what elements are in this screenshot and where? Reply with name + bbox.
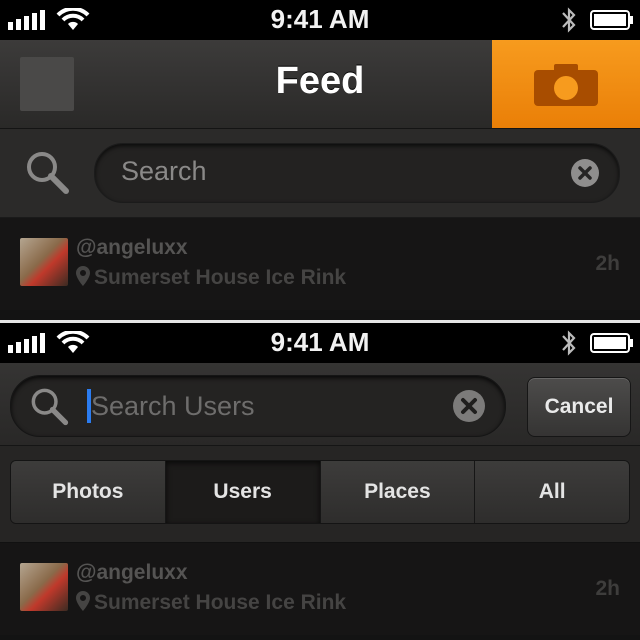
status-time: 9:41 AM bbox=[270, 4, 370, 34]
list-item[interactable]: @angeluxx Sumerset House Ice Rink 2h bbox=[0, 543, 640, 635]
location-pin-icon bbox=[76, 591, 90, 611]
segment-all[interactable]: All bbox=[475, 461, 629, 523]
clear-icon bbox=[461, 398, 477, 414]
search-input[interactable]: Search bbox=[94, 143, 620, 203]
feed-screen: 9:41 AM Feed Search @angeluxx Sumerset H… bbox=[0, 0, 640, 320]
clear-search-button[interactable] bbox=[453, 390, 485, 422]
item-location-label: Sumerset House Ice Rink bbox=[94, 591, 347, 614]
search-bar-active: Search Users Cancel bbox=[0, 363, 640, 446]
item-username: @angeluxx bbox=[76, 561, 188, 584]
search-users-screen: 9:41 AM Search Users Cancel Photos Users… bbox=[0, 323, 640, 640]
segment-places[interactable]: Places bbox=[320, 461, 476, 523]
battery-icon bbox=[590, 10, 633, 30]
item-location: Sumerset House Ice Rink bbox=[76, 591, 346, 615]
item-location-label: Sumerset House Ice Rink bbox=[94, 266, 347, 289]
status-time: 9:41 AM bbox=[270, 327, 370, 357]
clear-icon bbox=[578, 166, 592, 180]
camera-icon bbox=[534, 64, 598, 106]
battery-icon bbox=[590, 333, 633, 353]
search-scope-bar: Photos Users Places All bbox=[0, 446, 640, 543]
clear-search-button[interactable] bbox=[571, 159, 599, 187]
segment-photos[interactable]: Photos bbox=[11, 461, 166, 523]
search-bar: Search bbox=[0, 129, 640, 218]
search-placeholder: Search bbox=[121, 156, 207, 186]
search-icon bbox=[31, 388, 69, 426]
status-bar: 9:41 AM bbox=[0, 323, 640, 363]
composite-screenshot: 9:41 AM Feed Search @angeluxx Sumerset H… bbox=[0, 0, 640, 640]
segment-users[interactable]: Users bbox=[165, 461, 321, 523]
avatar bbox=[20, 563, 68, 611]
search-icon bbox=[27, 152, 69, 194]
bluetooth-icon bbox=[562, 330, 576, 356]
location-pin-icon bbox=[76, 266, 90, 286]
list-item[interactable]: @angeluxx Sumerset House Ice Rink 2h bbox=[0, 218, 640, 310]
item-username: @angeluxx bbox=[76, 236, 188, 259]
nav-bar: Feed bbox=[0, 40, 640, 129]
profile-thumbnail-button[interactable] bbox=[20, 57, 74, 111]
camera-button[interactable] bbox=[492, 40, 640, 128]
item-location: Sumerset House Ice Rink bbox=[76, 266, 346, 290]
item-time: 2h bbox=[595, 577, 620, 600]
bluetooth-icon bbox=[562, 7, 576, 33]
search-placeholder: Search Users bbox=[91, 391, 255, 421]
page-title: Feed bbox=[275, 60, 365, 102]
search-users-input[interactable]: Search Users bbox=[10, 375, 506, 437]
cancel-button[interactable]: Cancel bbox=[527, 377, 631, 437]
segmented-control: Photos Users Places All bbox=[10, 460, 630, 524]
status-bar: 9:41 AM bbox=[0, 0, 640, 40]
item-time: 2h bbox=[595, 252, 620, 275]
avatar bbox=[20, 238, 68, 286]
